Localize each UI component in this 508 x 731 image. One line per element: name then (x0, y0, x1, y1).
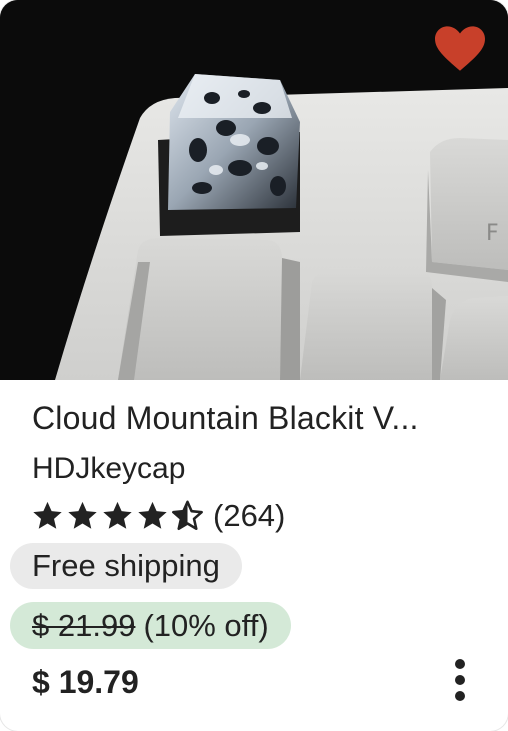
original-price: $ 21.99 (32, 607, 136, 643)
star-icon (68, 501, 97, 529)
more-options-button[interactable] (438, 650, 482, 710)
shop-name[interactable]: HDJkeycap (32, 452, 185, 486)
listing-info: Cloud Mountain Blackit V... HDJkeycap (2… (0, 380, 508, 731)
listing-photo[interactable]: F (0, 0, 508, 380)
sale-badge: $ 21.99 (10% off) (10, 602, 291, 649)
heart-icon (435, 26, 485, 71)
rating: (264) (30, 496, 285, 536)
star-rating (30, 499, 205, 533)
star-icon (103, 501, 132, 529)
star-half-icon (172, 500, 203, 531)
more-options-icon (455, 675, 465, 685)
more-options-icon (455, 691, 465, 701)
listing-card[interactable]: F Cloud Mountain Blackit V... HDJkeycap (0, 0, 508, 731)
star-icon (138, 501, 167, 529)
sale-price: $ 19.79 (32, 664, 139, 700)
free-shipping-badge: Free shipping (10, 543, 242, 589)
discount-percent: (10% off) (143, 607, 269, 643)
review-count: (264) (213, 498, 286, 533)
listing-title[interactable]: Cloud Mountain Blackit V... (32, 400, 482, 437)
star-icon (33, 501, 62, 529)
svg-text:F: F (486, 221, 499, 246)
more-options-icon (455, 659, 465, 669)
favorite-button[interactable] (428, 16, 492, 80)
